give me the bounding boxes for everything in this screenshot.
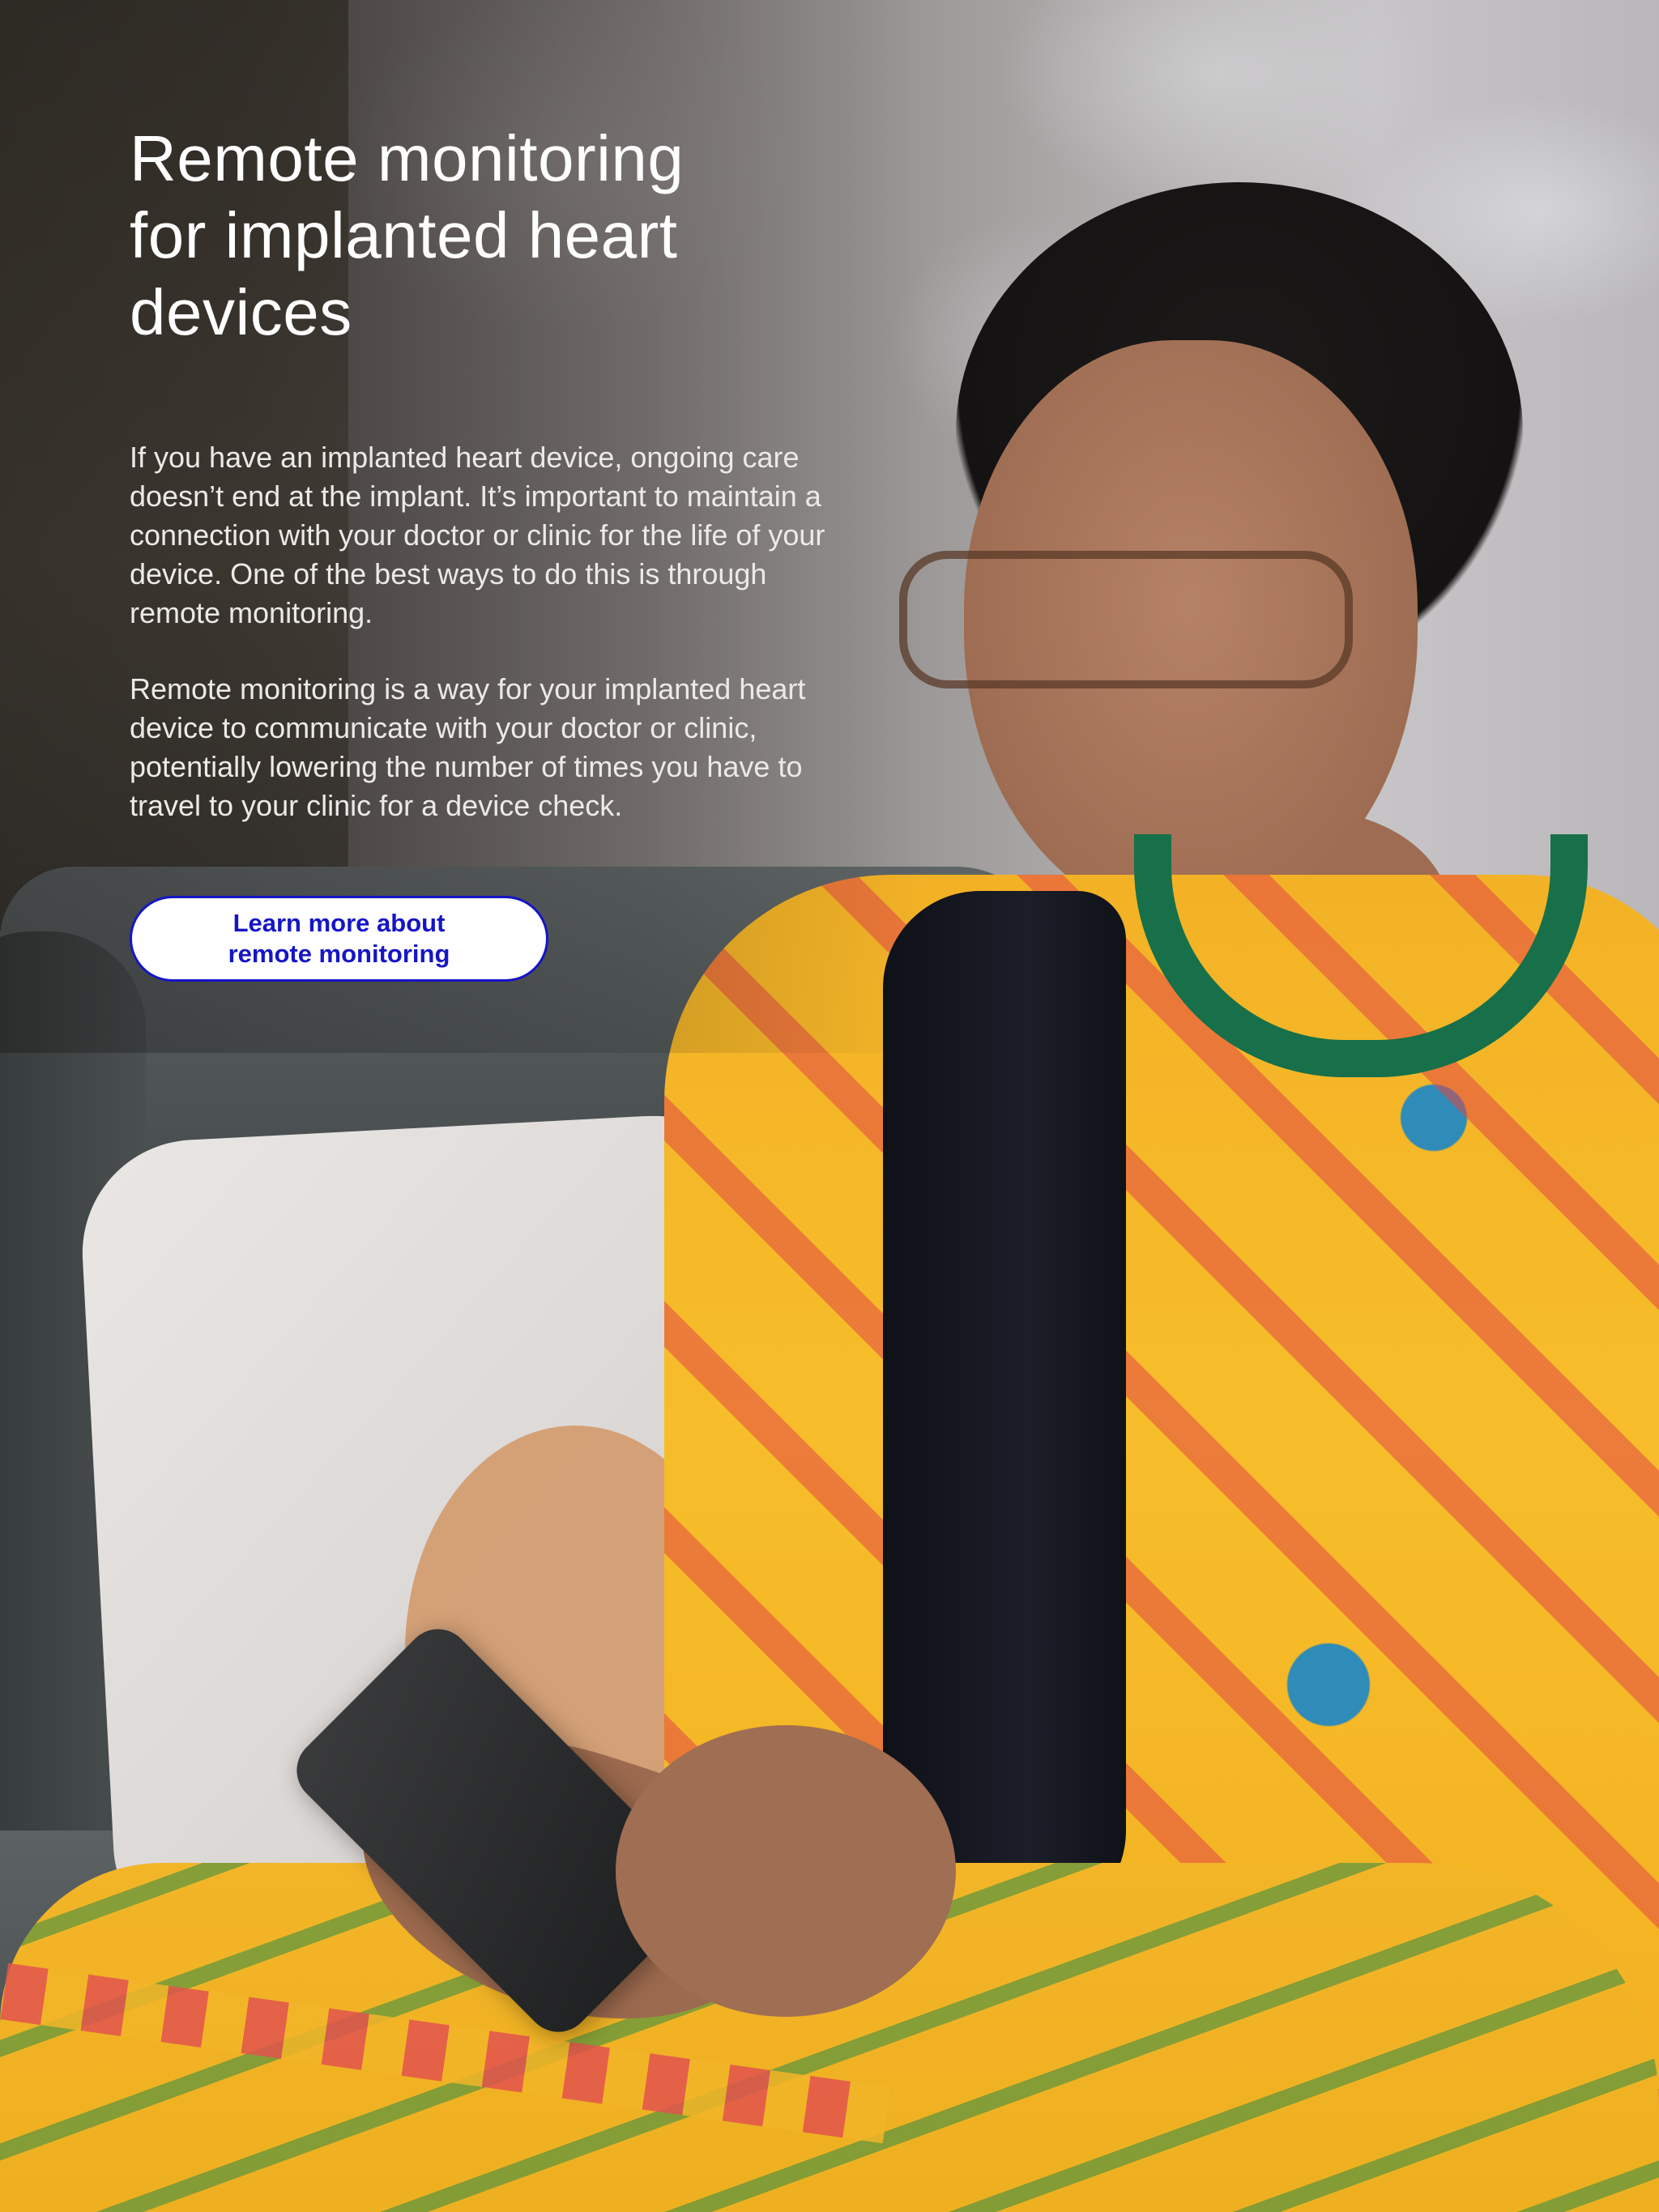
learn-more-button-label: Learn more about remote monitoring — [228, 909, 450, 968]
eyeglasses — [899, 551, 1353, 688]
hero-content: Remote monitoring for implanted heart de… — [130, 120, 826, 825]
page-title: Remote monitoring for implanted heart de… — [130, 122, 684, 348]
right-hand — [616, 1725, 956, 2017]
learn-more-button[interactable]: Learn more about remote monitoring — [130, 896, 548, 982]
intro-paragraph-1: If you have an implanted heart device, o… — [130, 441, 825, 629]
intro-paragraph-2: Remote monitoring is a way for your impl… — [130, 672, 806, 822]
